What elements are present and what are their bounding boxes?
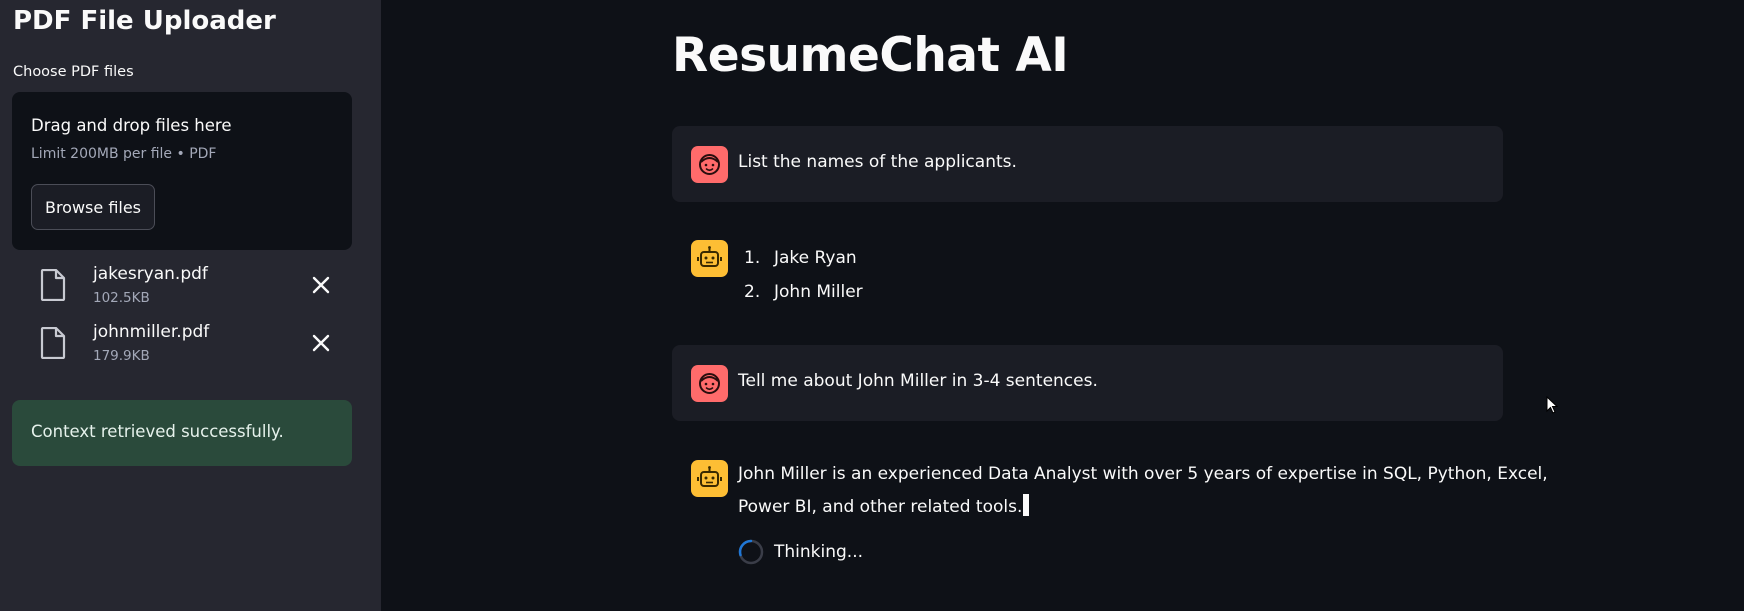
sidebar: PDF File Uploader Choose PDF files Drag …: [0, 0, 381, 611]
message-text-line: John Miller is an experienced Data Analy…: [738, 464, 1548, 484]
uploader-label: Choose PDF files: [13, 64, 134, 80]
chat-message-assistant: 1. Jake Ryan 2. John Miller: [672, 230, 1503, 314]
robot-icon: [691, 460, 728, 497]
file-dropzone[interactable]: Drag and drop files here Limit 200MB per…: [12, 92, 352, 250]
dropzone-title: Drag and drop files here: [31, 116, 232, 135]
uploaded-file-row: jakesryan.pdf 102.5KB: [12, 264, 352, 314]
mouse-pointer-icon: [1546, 396, 1559, 414]
file-name: johnmiller.pdf: [93, 322, 210, 342]
dropzone-limit: Limit 200MB per file • PDF: [31, 146, 217, 162]
file-name: jakesryan.pdf: [93, 264, 208, 284]
chat-message-assistant: John Miller is an experienced Data Analy…: [672, 450, 1548, 580]
message-text-line: Power BI, and other related tools.: [738, 494, 1030, 517]
thinking-status: Thinking...: [774, 542, 864, 562]
robot-icon: [691, 240, 728, 277]
file-size: 179.9KB: [93, 348, 150, 364]
remove-file-icon[interactable]: [310, 332, 332, 354]
file-icon: [40, 327, 66, 359]
streaming-cursor: [1023, 494, 1030, 516]
message-text: List the names of the applicants.: [738, 152, 1017, 172]
spinner-icon: [738, 539, 764, 565]
page-title: ResumeChat AI: [672, 28, 1069, 83]
file-size: 102.5KB: [93, 290, 150, 306]
file-icon: [40, 269, 66, 301]
user-face-icon: [691, 365, 728, 402]
list-item: 2. John Miller: [744, 282, 863, 302]
app: PDF File Uploader Choose PDF files Drag …: [0, 0, 1744, 611]
success-text: Context retrieved successfully.: [31, 422, 284, 441]
uploaded-file-row: johnmiller.pdf 179.9KB: [12, 322, 352, 372]
list-item: 1. Jake Ryan: [744, 248, 857, 268]
sidebar-title: PDF File Uploader: [13, 6, 276, 36]
success-alert: Context retrieved successfully.: [12, 400, 352, 466]
remove-file-icon[interactable]: [310, 274, 332, 296]
message-text: Tell me about John Miller in 3-4 sentenc…: [738, 371, 1098, 391]
browse-files-button[interactable]: Browse files: [31, 184, 155, 230]
chat-message-user: Tell me about John Miller in 3-4 sentenc…: [672, 345, 1503, 421]
user-face-icon: [691, 146, 728, 183]
chat-message-user: List the names of the applicants.: [672, 126, 1503, 202]
